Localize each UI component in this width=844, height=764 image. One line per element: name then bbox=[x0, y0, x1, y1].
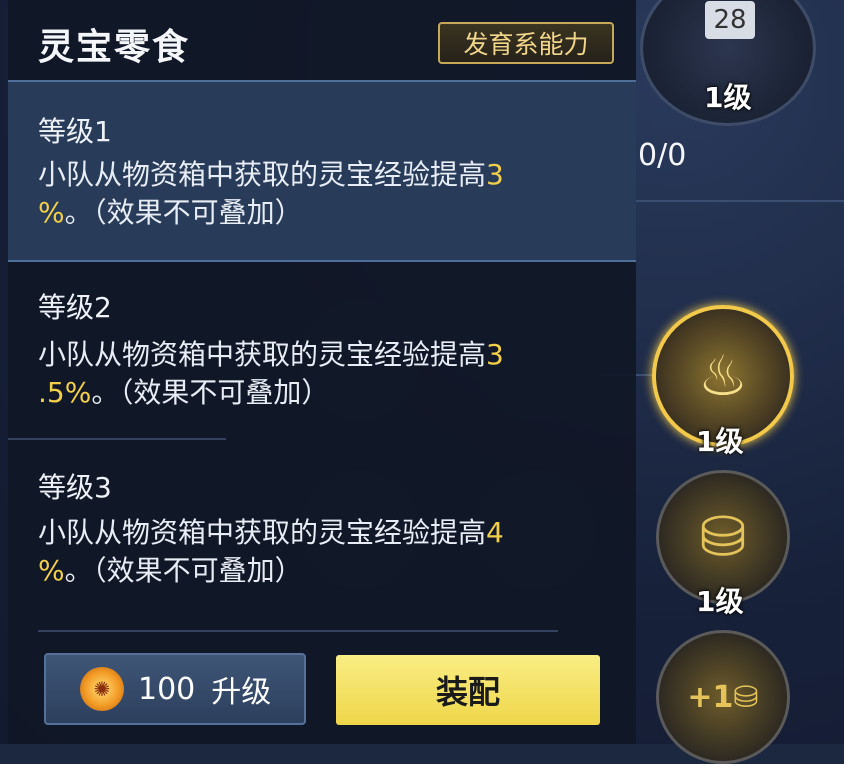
snack-bowl-icon: ♨ bbox=[697, 343, 749, 409]
level-title: 等级1 bbox=[38, 115, 112, 148]
node-level-label: 1级 bbox=[704, 81, 752, 114]
level-2-block: 等级2 小队从物资箱中获取的灵宝经验提高3 .5%。（效果不可叠加） bbox=[8, 262, 636, 440]
level-divider bbox=[8, 438, 226, 440]
lock-icon: 28 bbox=[705, 1, 755, 39]
skill-detail-panel: 灵宝零食 发育系能力 等级1 小队从物资箱中获取的灵宝经验提高3 %。（效果不可… bbox=[8, 0, 636, 744]
skill-title: 灵宝零食 bbox=[38, 26, 191, 68]
level-description: 小队从物资箱中获取的灵宝经验提高4 %。（效果不可叠加） bbox=[38, 516, 504, 587]
upgrade-label: 升级 bbox=[211, 675, 272, 710]
upgrade-button[interactable]: ✺ 100 升级 bbox=[44, 653, 306, 725]
gold-coins-icon: ⛁ bbox=[699, 504, 747, 570]
equip-button[interactable]: 装配 bbox=[336, 655, 600, 725]
level-title: 等级2 bbox=[38, 291, 112, 324]
level-description: 小队从物资箱中获取的灵宝经验提高3 .5%。（效果不可叠加） bbox=[38, 338, 504, 409]
level-divider bbox=[38, 630, 558, 632]
tree-connector bbox=[636, 200, 844, 202]
skill-category-tag: 发育系能力 bbox=[438, 22, 614, 64]
level-3-block: 等级3 小队从物资箱中获取的灵宝经验提高4 %。（效果不可叠加） bbox=[8, 444, 636, 622]
plus-one-coins-icon: +1⛁ bbox=[687, 679, 759, 715]
lock-count: 28 bbox=[713, 5, 747, 35]
node-level-label: 1级 bbox=[696, 585, 744, 618]
coin-icon: ✺ bbox=[80, 667, 124, 711]
node-level-label: 1级 bbox=[696, 425, 744, 458]
upgrade-cost: 100 bbox=[138, 671, 196, 707]
level-description: 小队从物资箱中获取的灵宝经验提高3 %。（效果不可叠加） bbox=[38, 158, 504, 229]
level-1-block: 等级1 小队从物资箱中获取的灵宝经验提高3 %。（效果不可叠加） bbox=[8, 80, 636, 262]
progress-text: 0/0 bbox=[638, 138, 687, 173]
level-title: 等级3 bbox=[38, 471, 112, 504]
